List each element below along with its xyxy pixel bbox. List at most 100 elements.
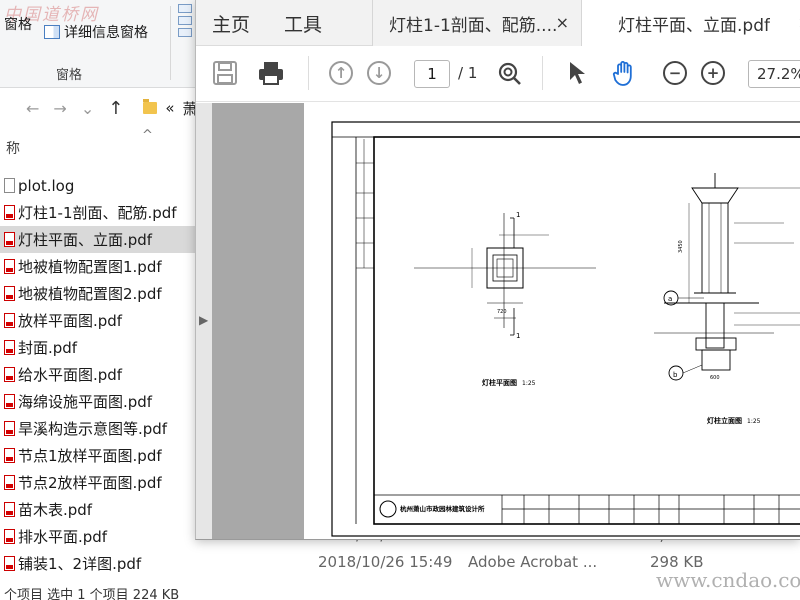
file-name-cell[interactable]: 节点2放样平面图.pdf [0, 469, 195, 496]
plan-title: 灯柱平面图 [482, 378, 517, 387]
file-name: 封面.pdf [18, 339, 78, 357]
file-name: 灯柱平面、立面.pdf [18, 231, 153, 249]
file-name-cell[interactable]: 海绵设施平面图.pdf [0, 388, 195, 415]
ribbon-pane-label[interactable]: 窗格 [4, 14, 32, 34]
breadcrumb-overflow[interactable]: « [165, 99, 174, 117]
tab-label: 灯柱1-1剖面、配筋.... [389, 15, 558, 36]
file-name: 排水平面.pdf [18, 528, 108, 546]
print-icon[interactable] [256, 58, 286, 88]
watermark-bottom: www.cndao.com [656, 568, 800, 592]
select-arrow-icon[interactable] [562, 58, 592, 88]
tab-document-1[interactable]: 灯柱1-1剖面、配筋.... × [372, 0, 582, 46]
file-name-cell[interactable]: 灯柱1-1剖面、配筋.pdf [0, 199, 195, 226]
zoom-level[interactable]: 27.2% [748, 60, 800, 88]
file-name: 苗木表.pdf [18, 501, 93, 519]
page-up-icon[interactable]: ↑ [326, 58, 356, 88]
tab-document-2[interactable]: 灯柱平面、立面.pdf × [582, 0, 800, 46]
file-name-cell[interactable]: 节点1放样平面图.pdf [0, 442, 195, 469]
design-firm-name: 杭州萧山市政园林建筑设计所 [400, 504, 485, 513]
toolbar-separator [308, 56, 309, 90]
file-name-cell[interactable]: 地被植物配置图1.pdf [0, 253, 195, 280]
pdf-file-icon [4, 232, 15, 247]
file-name: 海绵设施平面图.pdf [18, 393, 153, 411]
file-date: 2018/10/26 15:49 [318, 553, 453, 571]
plan-scale: 1:25 [522, 380, 536, 387]
zoom-in-icon[interactable]: + [698, 58, 728, 88]
elevation-title: 灯柱立面图 [707, 416, 742, 425]
page-number-input[interactable]: 1 [414, 60, 450, 88]
pdf-file-icon [4, 394, 15, 409]
save-icon[interactable] [210, 58, 240, 88]
section-mark-top: 1 [516, 211, 520, 219]
file-name: 铺装1、2详图.pdf [18, 555, 142, 573]
file-name: 节点2放样平面图.pdf [18, 474, 162, 492]
pdf-file-icon [4, 448, 15, 463]
document-area: ▶ 1 1 720 灯柱平面图 1:25 a b 3450 600 灯柱立面图 … [196, 103, 800, 539]
acrobat-window: 主页 工具 灯柱1-1剖面、配筋.... × 灯柱平面、立面.pdf × ↑ ↓… [195, 0, 800, 540]
page-down-icon[interactable]: ↓ [364, 58, 394, 88]
tab-label: 灯柱平面、立面.pdf [618, 15, 770, 36]
pdf-file-icon [4, 205, 15, 220]
tab-bar: 主页 工具 灯柱1-1剖面、配筋.... × 灯柱平面、立面.pdf × [196, 0, 800, 46]
engineering-drawing: 1 1 720 灯柱平面图 1:25 a b 3450 600 灯柱立面图 1:… [331, 121, 800, 537]
file-name: 旱溪构造示意图等.pdf [18, 420, 168, 438]
file-name: plot.log [18, 176, 75, 195]
name-column-header[interactable]: 称 [6, 138, 20, 158]
page-canvas-margin [212, 103, 304, 539]
ribbon-group-label: 窗格 [56, 68, 83, 83]
panel-toggle[interactable]: ▶ [196, 103, 212, 539]
toolbar-separator [542, 56, 543, 90]
dim-720: 720 [497, 309, 507, 315]
file-name: 灯柱1-1剖面、配筋.pdf [18, 204, 177, 222]
file-name: 地被植物配置图1.pdf [18, 258, 162, 276]
sort-caret-icon: ^ [142, 128, 153, 143]
ribbon-separator [170, 6, 171, 80]
pdf-file-icon [4, 259, 15, 274]
pdf-file-icon [4, 367, 15, 382]
details-pane-icon [44, 25, 60, 39]
page-total: / 1 [458, 64, 478, 82]
pdf-page[interactable]: 1 1 720 灯柱平面图 1:25 a b 3450 600 灯柱立面图 1:… [304, 103, 800, 539]
file-name-cell[interactable]: 地被植物配置图2.pdf [0, 280, 195, 307]
forward-arrow-icon[interactable]: → [53, 99, 66, 118]
file-name-cell[interactable]: 铺装1、2详图.pdf [0, 550, 195, 577]
pdf-file-icon [4, 502, 15, 517]
file-name-cell[interactable]: 封面.pdf [0, 334, 195, 361]
file-name-cell[interactable]: 给水平面图.pdf [0, 361, 195, 388]
find-icon[interactable] [494, 58, 524, 88]
file-type: Adobe Acrobat ... [468, 553, 598, 571]
back-arrow-icon[interactable]: ← [26, 99, 39, 118]
pdf-file-icon [4, 421, 15, 436]
file-name-cell[interactable]: 灯柱平面、立面.pdf [0, 226, 195, 253]
elevation-scale: 1:25 [747, 418, 761, 425]
column-header[interactable]: ^ 称 [0, 128, 195, 164]
pdf-file-icon [4, 475, 15, 490]
callout-a: a [668, 295, 672, 303]
pdf-file-icon [4, 313, 15, 328]
file-name: 放样平面图.pdf [18, 312, 123, 330]
file-name-cell[interactable]: 旱溪构造示意图等.pdf [0, 415, 195, 442]
pdf-file-icon [4, 529, 15, 544]
pdf-file-icon [4, 556, 15, 571]
recent-dropdown-icon[interactable]: ⌄ [81, 99, 94, 118]
log-file-icon [4, 178, 15, 193]
dim-3450: 3450 [678, 240, 684, 253]
folder-icon [143, 99, 158, 114]
hand-tool-icon[interactable] [610, 58, 640, 88]
file-name-cell[interactable]: 苗木表.pdf [0, 496, 195, 523]
file-name-cell[interactable]: 放样平面图.pdf [0, 307, 195, 334]
details-pane-button[interactable]: 详细信息窗格 [44, 22, 148, 42]
close-icon[interactable]: × [556, 13, 569, 32]
up-arrow-icon[interactable]: ↑ [108, 98, 123, 119]
file-name-cell[interactable]: 排水平面.pdf [0, 523, 195, 550]
layout-options[interactable] [178, 4, 192, 44]
zoom-out-icon[interactable]: − [660, 58, 690, 88]
menu-tools[interactable]: 工具 [284, 10, 322, 37]
menu-home[interactable]: 主页 [212, 10, 250, 37]
toolbar: ↑ ↓ 1 / 1 − + 27.2% [196, 46, 800, 102]
file-name: 地被植物配置图2.pdf [18, 285, 162, 303]
file-name-cell[interactable]: plot.log [0, 172, 195, 199]
expand-panel-icon[interactable]: ▶ [199, 313, 208, 327]
callout-b: b [673, 371, 678, 379]
details-pane-label: 详细信息窗格 [64, 25, 148, 41]
